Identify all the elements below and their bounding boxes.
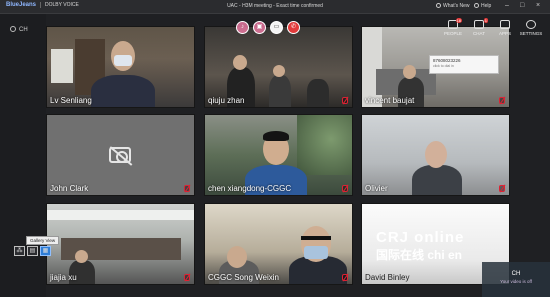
participant-name: David Binley: [365, 273, 410, 282]
settings-button[interactable]: SETTINGS: [519, 20, 543, 36]
face-mask: [304, 246, 328, 259]
video-tile[interactable]: Olivier: [361, 114, 510, 196]
meeting-window: BlueJeans DOLBY VOICE UAC - H3M meeting …: [0, 0, 550, 297]
watermark-line2: 国际在线 chi en: [376, 248, 463, 262]
apps-icon: [500, 20, 510, 29]
participant-name: qiuju zhan: [208, 96, 245, 105]
person-head: [75, 250, 88, 263]
ceiling-lights: [47, 210, 194, 220]
info-icon: [436, 3, 441, 8]
meeting-controls: ♪ ▣ ▭ ✆: [236, 21, 300, 34]
participant-name: Lv Senliang: [50, 96, 92, 105]
speaker-view-button[interactable]: ⁂: [14, 246, 25, 256]
chat-button[interactable]: 1 CHAT: [467, 18, 491, 36]
mute-button[interactable]: ♪: [236, 21, 249, 34]
status-icon: [10, 26, 16, 32]
muted-mic-icon: [342, 185, 348, 192]
person-head: [233, 55, 247, 70]
end-call-button[interactable]: ✆: [287, 21, 300, 34]
person-head: [425, 141, 447, 168]
whiteboard: [51, 49, 73, 83]
person-body: [307, 79, 329, 107]
participant-name: Olivier: [365, 184, 388, 193]
video-tile[interactable]: qiuju zhan: [204, 26, 353, 108]
muted-mic-icon: [499, 97, 505, 104]
people-label: PEOPLE: [443, 31, 462, 36]
video-off-text: Your video is off: [500, 279, 532, 284]
hair: [263, 131, 289, 141]
person-body: [269, 75, 291, 107]
layout-switcher: ⁂ ▤ ▦: [14, 246, 51, 256]
camera-off-icon: [109, 147, 131, 163]
settings-label: SETTINGS: [519, 31, 543, 36]
video-toggle-button[interactable]: ▣: [253, 21, 266, 34]
chat-icon: [474, 20, 484, 29]
title-bar: BlueJeans DOLBY VOICE UAC - H3M meeting …: [0, 0, 550, 14]
self-status[interactable]: CH: [10, 26, 28, 33]
people-button[interactable]: 18 PEOPLE: [441, 18, 465, 36]
help-icon: [474, 3, 479, 8]
muted-mic-icon: [342, 274, 348, 281]
chat-count-badge: 1: [483, 18, 488, 23]
muted-mic-icon: [184, 274, 190, 281]
whats-new-link[interactable]: What's New: [436, 3, 470, 9]
video-tile[interactable]: Lv Senliang: [46, 26, 195, 108]
share-screen-button[interactable]: ▭: [270, 21, 283, 34]
people-view-button[interactable]: ▤: [27, 246, 38, 256]
chat-label: CHAT: [473, 31, 485, 36]
person-head: [227, 246, 247, 268]
video-tile[interactable]: CGGC Song Weixin: [204, 203, 353, 285]
participant-name: John Clark: [50, 184, 89, 193]
person-head: [273, 65, 285, 77]
maximize-button[interactable]: □: [520, 2, 524, 10]
muted-mic-icon: [342, 97, 348, 104]
person-body: [412, 165, 462, 195]
dial-in-number: 87608023226: [433, 58, 461, 63]
participant-name: chen xiangdong-CGGC: [208, 184, 292, 193]
self-name: CH: [511, 271, 521, 277]
gallery-view-tooltip: Gallery View: [26, 236, 60, 245]
participant-name: vincent baujat: [365, 96, 415, 105]
gallery-view-button[interactable]: ▦: [40, 246, 51, 256]
help-link[interactable]: Help: [474, 3, 491, 9]
close-button[interactable]: ×: [536, 2, 540, 10]
plant: [297, 115, 352, 175]
video-tile[interactable]: chen xiangdong-CGGC: [204, 114, 353, 196]
dial-in-popup[interactable]: 87608023226 click to dial in: [429, 55, 499, 74]
watermark-logo: CRJ online 国际在线 chi en: [376, 229, 464, 263]
gear-icon: [526, 20, 536, 29]
participant-name: jiajia xu: [50, 273, 77, 282]
participant-name: CGGC Song Weixin: [208, 273, 279, 282]
minimize-button[interactable]: –: [505, 2, 509, 10]
face-mask: [114, 55, 132, 66]
video-tile[interactable]: John Clark: [46, 114, 195, 196]
muted-mic-icon: [184, 185, 190, 192]
apps-button[interactable]: APPS: [493, 20, 517, 36]
video-tile[interactable]: jiajia xu: [46, 203, 195, 285]
muted-mic-icon: [499, 185, 505, 192]
self-view-notice: CH Your video is off: [482, 262, 550, 297]
person-head: [403, 65, 416, 79]
dial-in-hint: click to dial in: [433, 64, 454, 68]
glasses: [301, 236, 331, 240]
people-count-badge: 18: [455, 18, 462, 23]
apps-label: APPS: [498, 31, 511, 36]
watermark-line1: CRJ online: [376, 229, 465, 246]
person-body: [91, 75, 155, 107]
